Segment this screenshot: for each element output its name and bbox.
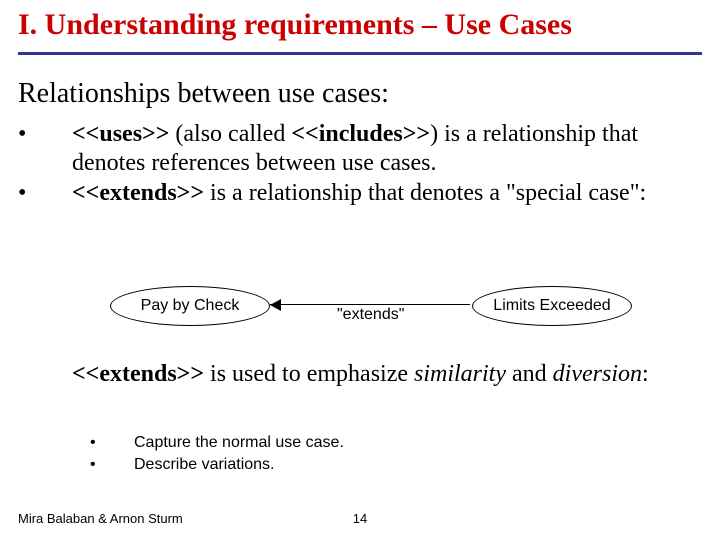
extends-tag-2: <<extends>> xyxy=(72,361,204,387)
bullet-marker: • xyxy=(18,120,72,179)
includes-tag: <<includes>> xyxy=(291,121,430,147)
sub-bullet-0: • Capture the normal use case. xyxy=(90,432,344,454)
para2-mid1: is used to emphasize xyxy=(204,361,414,387)
bullet-marker: • xyxy=(18,179,72,208)
extends-tag: <<extends>> xyxy=(72,180,204,206)
uses-tag: <<uses>> xyxy=(72,121,169,147)
sub-bullets: • Capture the normal use case. • Describ… xyxy=(90,432,344,477)
sub-bullet-0-text: Capture the normal use case. xyxy=(134,432,344,454)
bullet-uses-text: <<uses>> (also called <<includes>>) is a… xyxy=(72,120,702,179)
extends-rest: is a relationship that denotes a "specia… xyxy=(204,180,646,206)
extends-arrow-head-icon xyxy=(270,299,281,311)
diversion-word: diversion xyxy=(553,361,642,387)
sub-bullet-1-text: Describe variations. xyxy=(134,454,275,476)
usecase-limits-exceeded: Limits Exceeded xyxy=(472,286,632,326)
similarity-word: similarity xyxy=(414,361,506,387)
bullet-marker: • xyxy=(90,432,134,454)
para2-tail: : xyxy=(642,361,649,387)
bullet-uses: • <<uses>> (also called <<includes>>) is… xyxy=(18,120,702,179)
bullet-extends: • <<extends>> is a relationship that den… xyxy=(18,179,702,208)
uses-rest: (also called xyxy=(169,121,291,147)
usecase-pay-by-check: Pay by Check xyxy=(110,286,270,326)
extends-arrow-line xyxy=(270,304,470,305)
para2-mid2: and xyxy=(506,361,553,387)
footer-page-number: 14 xyxy=(0,511,720,526)
slide-title: I. Understanding requirements – Use Case… xyxy=(18,8,572,42)
extends-arrow-label: "extends" xyxy=(335,306,406,324)
extends-diagram: Pay by Check "extends" Limits Exceeded xyxy=(110,282,630,332)
slide: I. Understanding requirements – Use Case… xyxy=(0,0,720,540)
sub-bullet-1: • Describe variations. xyxy=(90,454,344,476)
bullet-marker: • xyxy=(90,454,134,476)
bullet-extends-text: <<extends>> is a relationship that denot… xyxy=(72,179,702,208)
main-bullets: • <<uses>> (also called <<includes>>) is… xyxy=(18,120,702,208)
subheading: Relationships between use cases: xyxy=(18,78,389,110)
title-rule xyxy=(18,52,702,55)
extends-explanation: <<extends>> is used to emphasize similar… xyxy=(72,360,692,389)
